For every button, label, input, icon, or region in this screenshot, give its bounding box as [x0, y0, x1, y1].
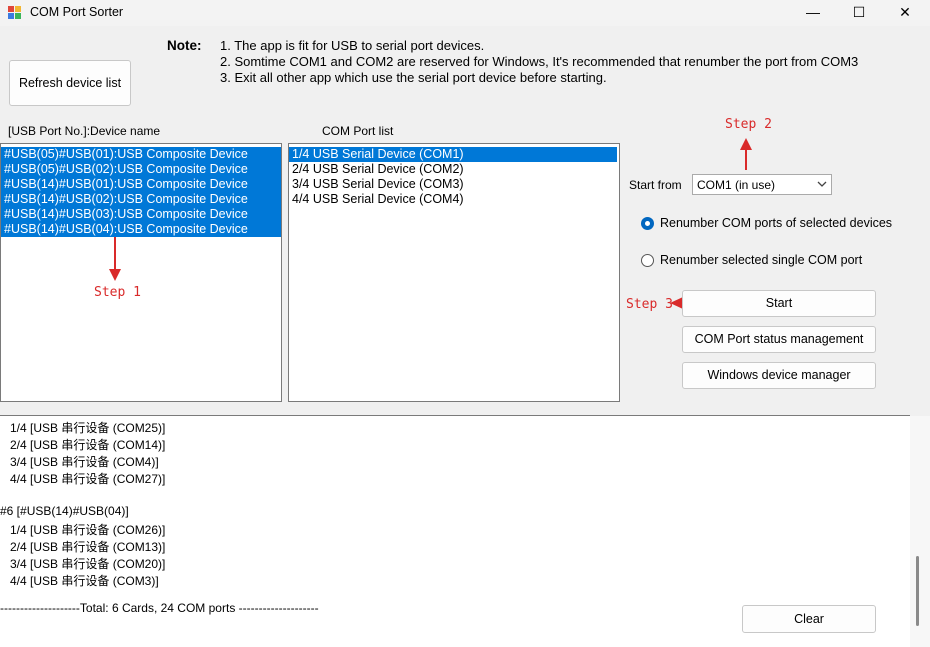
- start-button[interactable]: Start: [682, 290, 876, 317]
- log-line: 2/4 [USB 串行设备 (COM14)]: [0, 438, 166, 452]
- device-list-item[interactable]: #USB(05)#USB(01):USB Composite Device: [1, 147, 281, 162]
- step2-label: Step 2: [725, 117, 772, 132]
- window-title: COM Port Sorter: [30, 5, 124, 19]
- note-line-3: 3. Exit all other app which use the seri…: [220, 70, 607, 85]
- log-total-line: --------------------Total: 6 Cards, 24 C…: [0, 601, 319, 615]
- app-icon: [8, 6, 22, 20]
- device-list-item[interactable]: #USB(14)#USB(04):USB Composite Device: [1, 222, 281, 237]
- windows-device-manager-button[interactable]: Windows device manager: [682, 362, 876, 389]
- com-list-item[interactable]: 1/4 USB Serial Device (COM1): [289, 147, 617, 162]
- step1-arrow-icon: [109, 237, 121, 281]
- log-line: 3/4 [USB 串行设备 (COM4)]: [0, 455, 159, 469]
- device-list-item[interactable]: #USB(14)#USB(01):USB Composite Device: [1, 177, 281, 192]
- start-from-select[interactable]: COM1 (in use): [692, 174, 832, 195]
- radio-renumber-single[interactable]: Renumber selected single COM port: [641, 253, 901, 269]
- device-list-item[interactable]: #USB(14)#USB(02):USB Composite Device: [1, 192, 281, 207]
- step1-label: Step 1: [94, 285, 141, 300]
- log-scrollbar[interactable]: [910, 416, 930, 647]
- com-list-item[interactable]: 2/4 USB Serial Device (COM2): [289, 162, 619, 177]
- device-list-item[interactable]: #USB(14)#USB(03):USB Composite Device: [1, 207, 281, 222]
- log-line: 4/4 [USB 串行设备 (COM3)]: [0, 574, 159, 588]
- com-port-status-management-button[interactable]: COM Port status management: [682, 326, 876, 353]
- device-list-header: [USB Port No.]:Device name: [8, 124, 161, 138]
- start-from-label: Start from: [629, 178, 682, 192]
- com-port-listbox[interactable]: 1/4 USB Serial Device (COM1) 2/4 USB Ser…: [288, 143, 620, 402]
- radio-renumber-devices[interactable]: Renumber COM ports of selected devices: [641, 216, 901, 232]
- log-output[interactable]: 1/4 [USB 串行设备 (COM25)] 2/4 [USB 串行设备 (CO…: [0, 415, 910, 647]
- start-from-value: COM1 (in use): [697, 178, 776, 192]
- refresh-device-list-button[interactable]: Refresh device list: [9, 60, 131, 106]
- log-line: 2/4 [USB 串行设备 (COM13)]: [0, 540, 166, 554]
- note-line-2: 2. Somtime COM1 and COM2 are reserved fo…: [220, 54, 859, 69]
- chevron-down-icon: [817, 181, 827, 187]
- device-list-item[interactable]: #USB(05)#USB(02):USB Composite Device: [1, 162, 281, 177]
- log-line: 3/4 [USB 串行设备 (COM20)]: [0, 557, 166, 571]
- radio-selected-icon: [641, 217, 654, 230]
- step2-arrow-icon: [740, 138, 752, 170]
- clear-button[interactable]: Clear: [742, 605, 876, 633]
- com-list-header: COM Port list: [322, 124, 394, 138]
- log-line: 4/4 [USB 串行设备 (COM27)]: [0, 472, 166, 486]
- radio-label-devices: Renumber COM ports of selected devices: [660, 216, 893, 230]
- log-line: #6 [#USB(14)#USB(04)]: [0, 504, 129, 518]
- maximize-button[interactable]: ☐: [836, 0, 882, 26]
- device-listbox[interactable]: #USB(05)#USB(01):USB Composite Device #U…: [0, 143, 282, 402]
- log-line: 1/4 [USB 串行设备 (COM25)]: [0, 421, 166, 435]
- log-line: 1/4 [USB 串行设备 (COM26)]: [0, 523, 166, 537]
- close-button[interactable]: ✕: [882, 0, 928, 26]
- log-scrollbar-thumb[interactable]: [916, 556, 919, 626]
- note-line-1: 1. The app is fit for USB to serial port…: [220, 38, 485, 53]
- note-label: Note:: [167, 38, 202, 53]
- com-list-item[interactable]: 4/4 USB Serial Device (COM4): [289, 192, 619, 207]
- step3-label: Step 3: [626, 297, 673, 312]
- minimize-button[interactable]: —: [790, 0, 836, 26]
- radio-label-single: Renumber selected single COM port: [660, 253, 863, 267]
- title-bar[interactable]: COM Port Sorter — ☐ ✕: [0, 0, 930, 26]
- radio-unselected-icon: [641, 254, 654, 267]
- com-list-item[interactable]: 3/4 USB Serial Device (COM3): [289, 177, 619, 192]
